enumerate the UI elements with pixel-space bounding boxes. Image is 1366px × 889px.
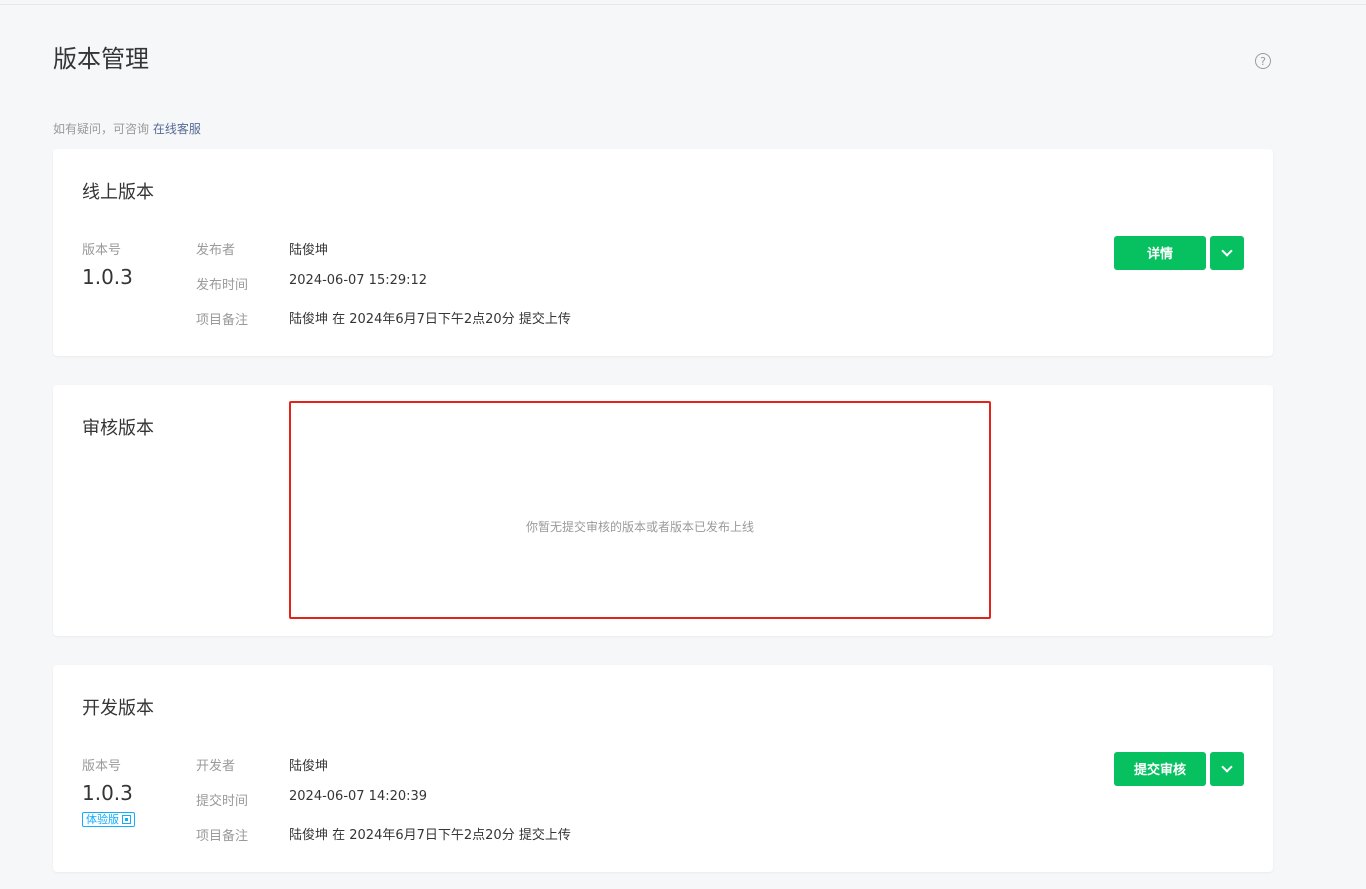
- project-note-label: 项目备注: [196, 313, 249, 328]
- chevron-down-icon: [1221, 245, 1233, 257]
- trial-version-tag[interactable]: 体验版: [82, 812, 135, 827]
- project-note-value: 陆俊坤 在 2024年6月7日下午2点20分 提交上传: [289, 312, 571, 327]
- submit-review-button[interactable]: 提交审核: [1114, 752, 1206, 786]
- publish-time-label: 发布时间: [196, 278, 249, 293]
- submit-time-label: 提交时间: [196, 794, 249, 809]
- review-empty-state: 你暂无提交审核的版本或者版本已发布上线: [289, 401, 991, 619]
- developer-label: 开发者: [196, 759, 236, 774]
- version-number: 1.0.3: [82, 265, 133, 289]
- publish-time-value: 2024-06-07 15:29:12: [289, 273, 428, 288]
- version-number: 1.0.3: [82, 781, 133, 805]
- dev-version-card: 开发版本 版本号 1.0.3 体验版 开发者 陆俊坤 提交时间 2024-06-…: [53, 665, 1273, 872]
- trial-version-tag-label: 体验版: [86, 813, 119, 826]
- project-note-value: 陆俊坤 在 2024年6月7日下午2点20分 提交上传: [289, 828, 571, 843]
- details-more-button[interactable]: [1210, 236, 1244, 270]
- publisher-value: 陆俊坤: [289, 243, 329, 258]
- chevron-down-icon: [1221, 761, 1233, 773]
- publisher-label: 发布者: [196, 243, 236, 258]
- version-number-label: 版本号: [82, 243, 122, 258]
- online-version-card: 线上版本 版本号 1.0.3 发布者 陆俊坤 发布时间 2024-06-07 1…: [53, 149, 1273, 356]
- online-version-title: 线上版本: [82, 182, 154, 203]
- online-support-link[interactable]: 在线客服: [153, 122, 201, 136]
- submit-review-more-button[interactable]: [1210, 752, 1244, 786]
- top-divider: [0, 0, 1366, 5]
- review-empty-text: 你暂无提交审核的版本或者版本已发布上线: [525, 519, 754, 534]
- help-icon[interactable]: ?: [1255, 53, 1271, 69]
- review-version-title: 审核版本: [82, 418, 154, 439]
- project-note-label: 项目备注: [196, 829, 249, 844]
- submit-time-value: 2024-06-07 14:20:39: [289, 789, 428, 804]
- version-number-label: 版本号: [82, 759, 122, 774]
- help-hint: 如有疑问，可咨询 在线客服: [53, 120, 201, 138]
- help-hint-text: 如有疑问，可咨询: [53, 122, 153, 136]
- review-version-card: 审核版本 你暂无提交审核的版本或者版本已发布上线: [53, 385, 1273, 636]
- developer-value: 陆俊坤: [289, 759, 329, 774]
- dev-version-title: 开发版本: [82, 698, 154, 719]
- qr-code-icon: [122, 815, 131, 824]
- page-title: 版本管理: [53, 45, 149, 73]
- details-button[interactable]: 详情: [1114, 236, 1206, 270]
